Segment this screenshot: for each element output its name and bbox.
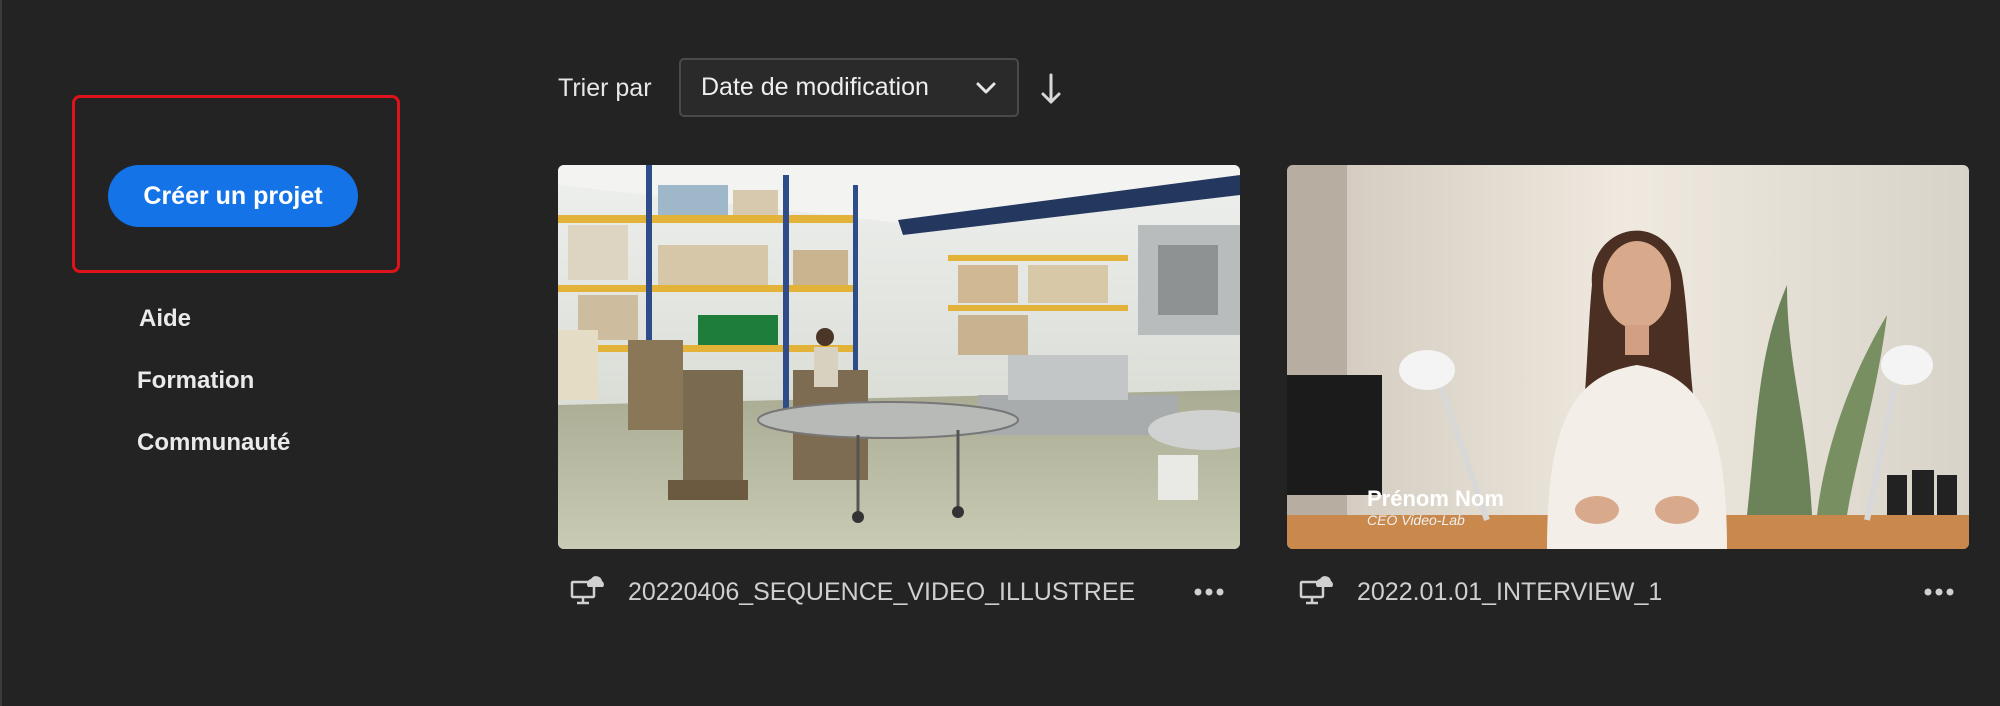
sort-label: Trier par xyxy=(558,74,652,102)
more-options-icon[interactable] xyxy=(1924,587,1954,597)
more-options-icon[interactable] xyxy=(1194,587,1224,597)
sort-dropdown-value: Date de modification xyxy=(701,73,929,101)
cloud-project-icon xyxy=(1299,576,1333,605)
lower-third-name: Prénom Nom xyxy=(1367,486,1504,511)
interview-scene-image: Prénom Nom CEO Video-Lab xyxy=(1287,165,1969,549)
project-thumbnail-interview[interactable]: Prénom Nom CEO Video-Lab xyxy=(1287,165,1969,549)
factory-scene-image xyxy=(558,165,1240,549)
project-thumbnail-factory[interactable] xyxy=(558,165,1240,549)
project-title[interactable]: 2022.01.01_INTERVIEW_1 xyxy=(1357,578,1662,607)
lower-third-subtitle: CEO Video-Lab xyxy=(1367,512,1465,528)
cloud-project-icon xyxy=(570,576,604,605)
create-project-button[interactable]: Créer un projet xyxy=(108,165,358,227)
sort-dropdown[interactable]: Date de modification xyxy=(679,58,1019,117)
nav-link-community[interactable]: Communauté xyxy=(137,429,290,457)
window-edge xyxy=(0,0,2,706)
nav-link-help[interactable]: Aide xyxy=(139,305,191,333)
project-title[interactable]: 20220406_SEQUENCE_VIDEO_ILLUSTREE xyxy=(628,578,1135,607)
sort-direction-arrow-icon[interactable] xyxy=(1040,72,1062,106)
nav-link-training[interactable]: Formation xyxy=(137,367,254,395)
chevron-down-icon xyxy=(976,82,996,93)
